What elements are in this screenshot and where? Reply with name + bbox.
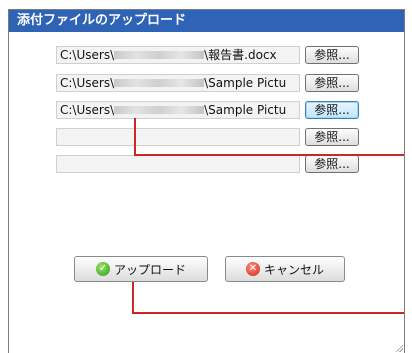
redacted-username — [114, 50, 205, 59]
file-input-3[interactable]: C:\Users\ \Sample Pictu — [56, 101, 300, 119]
x-circle-icon: ✕ — [245, 262, 260, 276]
file-path-suffix: \報告書.docx — [204, 48, 277, 62]
file-path-suffix: \Sample Pictu — [204, 103, 287, 117]
redacted-username — [114, 78, 205, 87]
callout-line-vertical-1 — [134, 118, 136, 156]
callout-line-horizontal-2 — [132, 312, 404, 314]
file-path-prefix: C:\Users\ — [60, 48, 115, 62]
cancel-button[interactable]: ✕ キャンセル — [225, 256, 345, 282]
file-input-1[interactable]: C:\Users\ \報告書.docx — [56, 46, 300, 64]
upload-button[interactable]: ✓ アップロード — [74, 256, 208, 282]
resize-grip[interactable] — [395, 344, 403, 352]
check-circle-icon: ✓ — [95, 262, 110, 276]
file-path-prefix: C:\Users\ — [60, 76, 115, 90]
upload-button-label: アップロード — [113, 262, 186, 277]
browse-button-4[interactable]: 参照... — [305, 128, 359, 146]
browse-button-3[interactable]: 参照... — [305, 101, 359, 119]
file-path-suffix: \Sample Pictu — [204, 76, 287, 90]
upload-dialog: 添付ファイルのアップロード C:\Users\ \報告書.docx 参照... C… — [8, 9, 405, 353]
browse-button-2[interactable]: 参照... — [305, 74, 359, 92]
callout-line-vertical-2 — [132, 282, 134, 314]
browse-button-1[interactable]: 参照... — [305, 46, 359, 64]
file-input-4[interactable] — [56, 128, 300, 146]
dialog-title: 添付ファイルのアップロード — [9, 10, 404, 32]
redacted-username — [114, 105, 205, 114]
file-input-2[interactable]: C:\Users\ \Sample Pictu — [56, 74, 300, 92]
file-input-5[interactable] — [56, 155, 300, 173]
cancel-button-label: キャンセル — [263, 262, 324, 277]
callout-line-horizontal-1 — [134, 154, 404, 156]
browse-button-5[interactable]: 参照... — [305, 155, 359, 173]
file-path-prefix: C:\Users\ — [60, 103, 115, 117]
